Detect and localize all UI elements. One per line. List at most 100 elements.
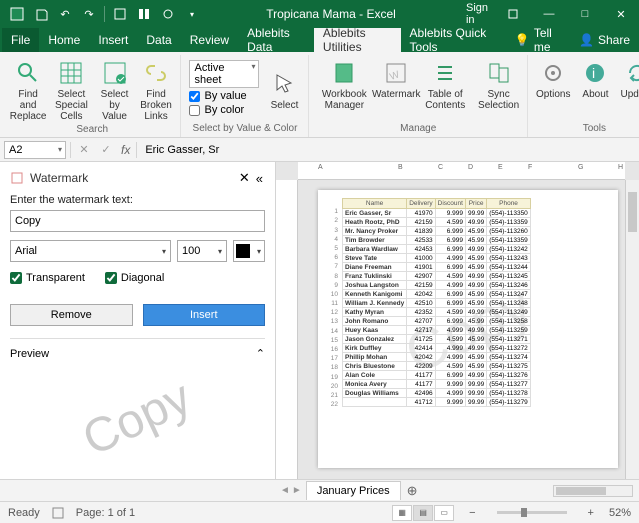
undo-icon[interactable]: ↶ <box>54 3 76 25</box>
group-label-search: Search <box>8 122 176 138</box>
tab-ablebits-quick[interactable]: Ablebits Quick Tools <box>401 28 506 52</box>
chevron-up-icon: ⌃ <box>256 347 265 360</box>
window-title: Tropicana Mama - Excel <box>203 7 459 21</box>
person-icon: 👤 <box>579 33 594 47</box>
app-icon <box>6 3 28 25</box>
select-special-button[interactable]: Select Special Cells <box>49 55 93 122</box>
view-layout-button[interactable]: ▤ <box>413 505 433 521</box>
by-value-checkbox[interactable]: By value <box>189 90 259 102</box>
tellme-button[interactable]: 💡Tell me <box>506 28 570 52</box>
maximize-button[interactable]: □ <box>567 0 603 28</box>
bulb-icon: 💡 <box>515 33 530 47</box>
qa-tool2-icon[interactable] <box>133 3 155 25</box>
qa-tool3-icon[interactable] <box>157 3 179 25</box>
signin-link[interactable]: Sign in <box>459 0 495 28</box>
watermark-text-input[interactable] <box>10 210 265 232</box>
sheet-tab[interactable]: January Prices <box>306 481 401 500</box>
preview-watermark: Copy <box>75 370 200 467</box>
data-table: NameDeliveryDiscountPricePhoneEric Gasse… <box>342 198 531 407</box>
horizontal-scrollbar[interactable] <box>553 485 633 497</box>
vertical-ruler <box>276 180 298 479</box>
redo-icon[interactable]: ↷ <box>78 3 100 25</box>
tab-review[interactable]: Review <box>181 28 238 52</box>
view-pagebreak-button[interactable]: ▭ <box>434 505 454 521</box>
tab-ablebits-data[interactable]: Ablebits Data <box>238 28 314 52</box>
color-picker[interactable] <box>233 240 265 262</box>
cancel-formula-icon[interactable]: ✕ <box>75 141 93 159</box>
qa-dropdown-icon[interactable]: ▾ <box>181 3 203 25</box>
tab-data[interactable]: Data <box>137 28 180 52</box>
panel-collapse-icon[interactable]: « <box>254 171 265 186</box>
share-button[interactable]: 👤Share <box>570 28 639 52</box>
worksheet-area[interactable]: ABCDEFGH Copy 12345678910111213141516171… <box>276 162 639 479</box>
zoom-out-button[interactable]: − <box>466 507 478 519</box>
cursor-icon <box>269 69 299 99</box>
find-replace-button[interactable]: Find and Replace <box>8 55 48 122</box>
toc-button[interactable]: Table of Contents <box>417 55 473 111</box>
list-icon <box>430 58 460 88</box>
grid-check-icon <box>100 58 130 88</box>
status-ready: Ready <box>8 507 40 519</box>
name-box[interactable]: A2 <box>4 141 66 159</box>
accept-formula-icon[interactable]: ✓ <box>97 141 115 159</box>
by-color-checkbox[interactable]: By color <box>189 104 259 116</box>
size-dropdown[interactable]: 100 <box>177 240 227 262</box>
save-icon[interactable] <box>30 3 52 25</box>
options-button[interactable]: Options <box>532 55 574 100</box>
watermark-icon: W <box>381 58 411 88</box>
status-page: Page: 1 of 1 <box>76 507 135 519</box>
add-sheet-button[interactable]: ⊕ <box>401 483 424 499</box>
macro-icon[interactable] <box>52 507 64 519</box>
vertical-scrollbar[interactable] <box>625 180 639 479</box>
zoom-slider[interactable] <box>497 511 567 514</box>
svg-text:W: W <box>389 69 402 83</box>
link-icon <box>141 58 171 88</box>
tab-nav-first-icon[interactable]: ◄ <box>280 485 290 496</box>
tab-nav-last-icon[interactable]: ► <box>292 485 302 496</box>
search-icon <box>13 58 43 88</box>
group-label-svc: Select by Value & Color <box>185 121 304 137</box>
page-preview: Copy 12345678910111213141516171819202122… <box>318 190 618 468</box>
insert-button[interactable]: Insert <box>143 304 266 326</box>
sync-selection-button[interactable]: Sync Selection <box>474 55 523 111</box>
panel-close-icon[interactable]: ✕ <box>235 170 254 186</box>
panel-title: Watermark <box>30 171 235 185</box>
close-button[interactable]: ✕ <box>603 0 639 28</box>
about-button[interactable]: iAbout <box>575 55 615 100</box>
zoom-in-button[interactable]: + <box>585 507 597 519</box>
tab-file[interactable]: File <box>2 28 39 52</box>
group-label-tools: Tools <box>532 121 639 137</box>
grid-icon <box>56 58 86 88</box>
scope-dropdown[interactable]: Active sheet <box>189 60 259 88</box>
watermark-text-label: Enter the watermark text: <box>10 194 265 206</box>
zoom-level: 52% <box>609 507 631 519</box>
info-icon: i <box>580 58 610 88</box>
view-normal-button[interactable]: ▦ <box>392 505 412 521</box>
fx-label[interactable]: fx <box>119 143 132 157</box>
group-label-manage: Manage <box>313 121 523 137</box>
qa-tool1-icon[interactable] <box>109 3 131 25</box>
formula-bar[interactable]: Eric Gasser, Sr <box>141 144 635 156</box>
select-button[interactable]: Select <box>264 66 304 111</box>
tab-insert[interactable]: Insert <box>89 28 137 52</box>
find-broken-links-button[interactable]: Find Broken Links <box>136 55 177 122</box>
preview-area: Copy <box>10 366 265 471</box>
refresh-icon <box>622 58 639 88</box>
remove-button[interactable]: Remove <box>10 304 133 326</box>
workbook-manager-button[interactable]: Workbook Manager <box>313 55 375 111</box>
preview-toggle[interactable]: Preview⌃ <box>10 347 265 360</box>
update-button[interactable]: Update <box>616 55 639 100</box>
tab-home[interactable]: Home <box>39 28 89 52</box>
horizontal-ruler: ABCDEFGH <box>298 162 625 180</box>
ribbon-options-icon[interactable] <box>495 0 531 28</box>
transparent-checkbox[interactable]: Transparent <box>10 272 85 284</box>
sync-icon <box>484 58 514 88</box>
minimize-button[interactable]: — <box>531 0 567 28</box>
watermark-button[interactable]: WWatermark <box>376 55 416 100</box>
diagonal-checkbox[interactable]: Diagonal <box>105 272 164 284</box>
tab-ablebits-utilities[interactable]: Ablebits Utilities <box>314 28 401 52</box>
book-icon <box>329 58 359 88</box>
font-dropdown[interactable]: Arial <box>10 240 171 262</box>
select-by-value-button[interactable]: Select by Value <box>95 55 135 122</box>
watermark-panel-icon <box>10 171 24 185</box>
